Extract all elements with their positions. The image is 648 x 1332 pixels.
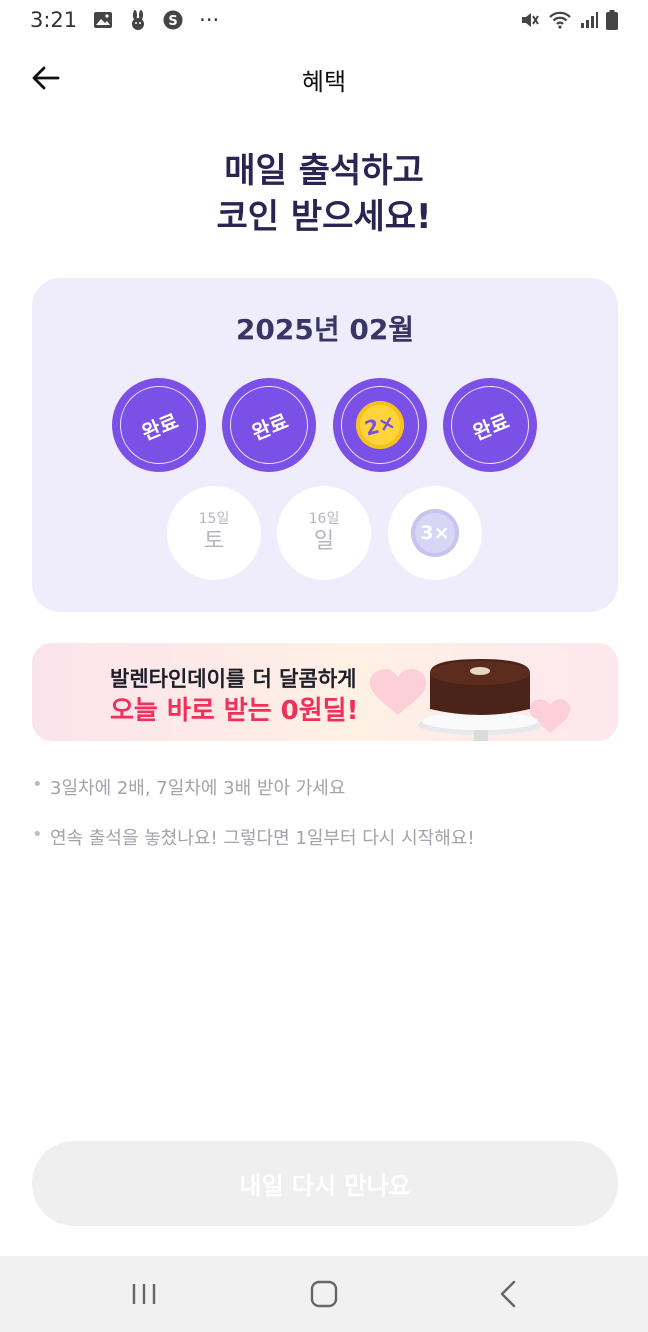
day-upcoming: 16일 일	[277, 486, 371, 580]
status-bar-left: 3:21 S ···	[30, 8, 219, 32]
coin-multiplier-label: 3×	[420, 522, 450, 544]
s-app-icon: S	[163, 10, 183, 30]
notes-list: • 3일차에 2배, 7일차에 3배 받아 가세요 • 연속 출석을 놓쳤나요!…	[32, 774, 618, 874]
bullet-icon: •	[32, 774, 43, 795]
system-back-button[interactable]	[478, 1270, 538, 1318]
note-item: • 3일차에 2배, 7일차에 3배 받아 가세요	[32, 774, 618, 800]
coin-3x-icon: 3×	[411, 509, 459, 557]
day-date: 16일	[308, 511, 340, 527]
svg-text:S: S	[168, 14, 177, 29]
bullet-icon: •	[32, 824, 43, 845]
status-time: 3:21	[30, 8, 78, 32]
status-bar: 3:21 S ···	[0, 0, 648, 40]
note-text: 연속 출석을 놓쳤나요! 그렇다면 1일부터 다시 시작해요!	[50, 828, 475, 849]
calendar-month: 2025년 02월	[235, 313, 415, 346]
headline-line1: 매일 출석하고	[224, 151, 424, 191]
signal-icon	[580, 11, 598, 29]
day-completed: 완료	[112, 378, 206, 472]
battery-icon	[606, 10, 618, 30]
app-bar: 혜택	[0, 50, 648, 106]
page-title: 혜택	[301, 68, 347, 96]
day-today-bonus[interactable]: 2×	[333, 378, 427, 472]
recent-apps-icon	[132, 1284, 156, 1304]
status-more: ···	[199, 8, 220, 32]
mute-icon	[520, 11, 540, 29]
home-button[interactable]	[294, 1270, 354, 1318]
chocolate-cake-image	[369, 659, 571, 741]
status-bar-right	[520, 10, 618, 30]
day-upcoming: 15일 토	[167, 486, 261, 580]
day-completed: 완료	[222, 378, 316, 472]
day-weekday: 토	[203, 529, 225, 554]
wifi-icon	[548, 11, 572, 29]
day-date: 15일	[198, 511, 230, 527]
banner-line1: 발렌타인데이를 더 달콤하게	[110, 667, 357, 691]
headline: 매일 출석하고 코인 받으세요!	[0, 148, 648, 240]
see-you-tomorrow-button[interactable]: 내일 다시 만나요	[32, 1141, 618, 1226]
day-completed: 완료	[443, 378, 537, 472]
banner-line2: 오늘 바로 받는 0원딜!	[110, 696, 359, 726]
rabbit-app-icon	[129, 10, 147, 30]
chevron-left-icon	[500, 1280, 516, 1308]
headline-line2: 코인 받으세요!	[216, 197, 432, 237]
coin-multiplier-label: 2×	[362, 409, 398, 441]
note-text: 3일차에 2배, 7일차에 3배 받아 가세요	[50, 778, 346, 799]
promo-banner[interactable]: 발렌타인데이를 더 달콤하게 오늘 바로 받는 0원딜!	[32, 643, 618, 741]
recent-apps-button[interactable]	[114, 1270, 174, 1318]
home-icon	[310, 1280, 338, 1308]
system-nav-bar	[0, 1256, 648, 1332]
day-weekday: 일	[313, 529, 335, 554]
day-upcoming-bonus: 3×	[388, 486, 482, 580]
gallery-icon	[93, 11, 113, 29]
note-item: • 연속 출석을 놓쳤나요! 그렇다면 1일부터 다시 시작해요!	[32, 824, 618, 850]
attendance-calendar-card: 2025년 02월 완료 완료 2× 완료 15일 토 16일 일 3×	[32, 278, 618, 612]
